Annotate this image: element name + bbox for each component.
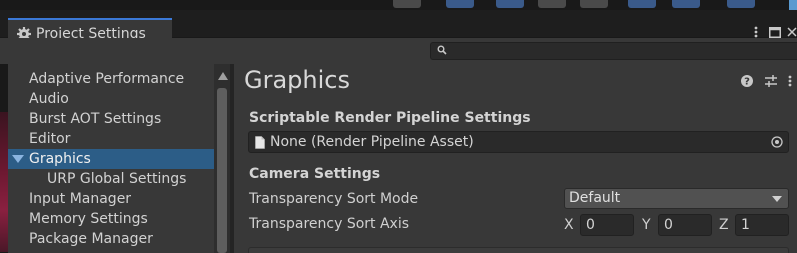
axis-y-field[interactable]: 0 — [658, 214, 712, 236]
chevron-down-icon — [772, 196, 782, 202]
search-field[interactable] — [430, 42, 797, 60]
preset-icon[interactable] — [764, 74, 778, 88]
graphics-settings-panel: Graphics ? Scriptable Render Pipeline Se… — [234, 64, 797, 253]
editor-toolbar-strip — [0, 0, 797, 14]
toolbar-button[interactable] — [446, 0, 474, 8]
sidebar-item-label: Audio — [29, 91, 69, 107]
sidebar-item-package-manager[interactable]: Package Manager — [8, 229, 214, 249]
search-row — [0, 38, 797, 64]
toolbar-button[interactable] — [628, 0, 656, 8]
page-title: Graphics — [244, 66, 350, 94]
sidebar-item-input-manager[interactable]: Input Manager — [8, 189, 214, 209]
sidebar-item-editor[interactable]: Editor — [8, 129, 214, 149]
toolbar-button[interactable] — [538, 0, 566, 8]
search-icon — [437, 45, 447, 55]
sidebar-item-label: Burst AOT Settings — [29, 111, 162, 127]
sidebar-item-label: Graphics — [29, 151, 91, 167]
next-settings-block — [248, 247, 789, 253]
transparency-sort-mode-dropdown[interactable]: Default — [564, 188, 789, 209]
toolbar-button[interactable] — [496, 0, 524, 8]
transparency-sort-axis-label: Transparency Sort Axis — [249, 216, 410, 232]
search-input[interactable] — [451, 43, 791, 59]
document-icon — [255, 135, 265, 149]
axis-y-label[interactable]: Y — [642, 217, 651, 233]
scrollbar-thumb[interactable] — [217, 88, 227, 253]
settings-sidebar: Adaptive Performance Audio Burst AOT Set… — [8, 64, 214, 253]
sidebar-item-label: Input Manager — [29, 191, 132, 207]
sidebar-item-audio[interactable]: Audio — [8, 89, 214, 109]
section-header-camera: Camera Settings — [249, 166, 381, 182]
help-icon[interactable]: ? — [740, 74, 754, 88]
toolbar-button[interactable] — [393, 0, 421, 8]
sidebar-item-label: Package Manager — [29, 231, 153, 247]
toolbar-button[interactable] — [672, 0, 700, 8]
toolbar-button[interactable] — [727, 0, 755, 8]
toolbar-button[interactable] — [580, 0, 608, 8]
section-header-srp: Scriptable Render Pipeline Settings — [249, 110, 531, 126]
sidebar-item-label: Editor — [29, 131, 71, 147]
render-pipeline-asset-field[interactable]: None (Render Pipeline Asset) — [248, 131, 789, 153]
sidebar-item-label: URP Global Settings — [47, 171, 187, 187]
window-tab-bar: Project Settings — [0, 10, 797, 48]
sidebar-scrollbar[interactable] — [214, 64, 230, 253]
transparency-sort-mode-label: Transparency Sort Mode — [249, 191, 419, 207]
sidebar-item-urp-global-settings[interactable]: URP Global Settings — [8, 169, 214, 189]
background-scene-edge — [0, 64, 8, 253]
sidebar-item-memory-settings[interactable]: Memory Settings — [8, 209, 214, 229]
sidebar-item-adaptive-performance[interactable]: Adaptive Performance — [8, 69, 214, 89]
kebab-menu-icon[interactable] — [783, 74, 797, 88]
dropdown-value: Default — [569, 190, 621, 206]
sidebar-item-label: Adaptive Performance — [29, 71, 185, 87]
svg-text:?: ? — [744, 77, 750, 88]
foldout-expanded-icon[interactable] — [12, 155, 24, 163]
field-value: None (Render Pipeline Asset) — [270, 134, 474, 150]
sidebar-item-graphics[interactable]: Graphics — [8, 149, 214, 169]
axis-x-label[interactable]: X — [564, 217, 574, 233]
sidebar-item-label: Memory Settings — [29, 211, 148, 227]
object-picker-icon[interactable] — [771, 136, 783, 148]
sidebar-item-burst-aot-settings[interactable]: Burst AOT Settings — [8, 109, 214, 129]
axis-z-field[interactable]: 1 — [735, 214, 789, 236]
axis-x-field[interactable]: 0 — [580, 214, 634, 236]
scroll-up-arrow-icon[interactable] — [218, 72, 228, 80]
axis-z-label[interactable]: Z — [719, 217, 729, 233]
